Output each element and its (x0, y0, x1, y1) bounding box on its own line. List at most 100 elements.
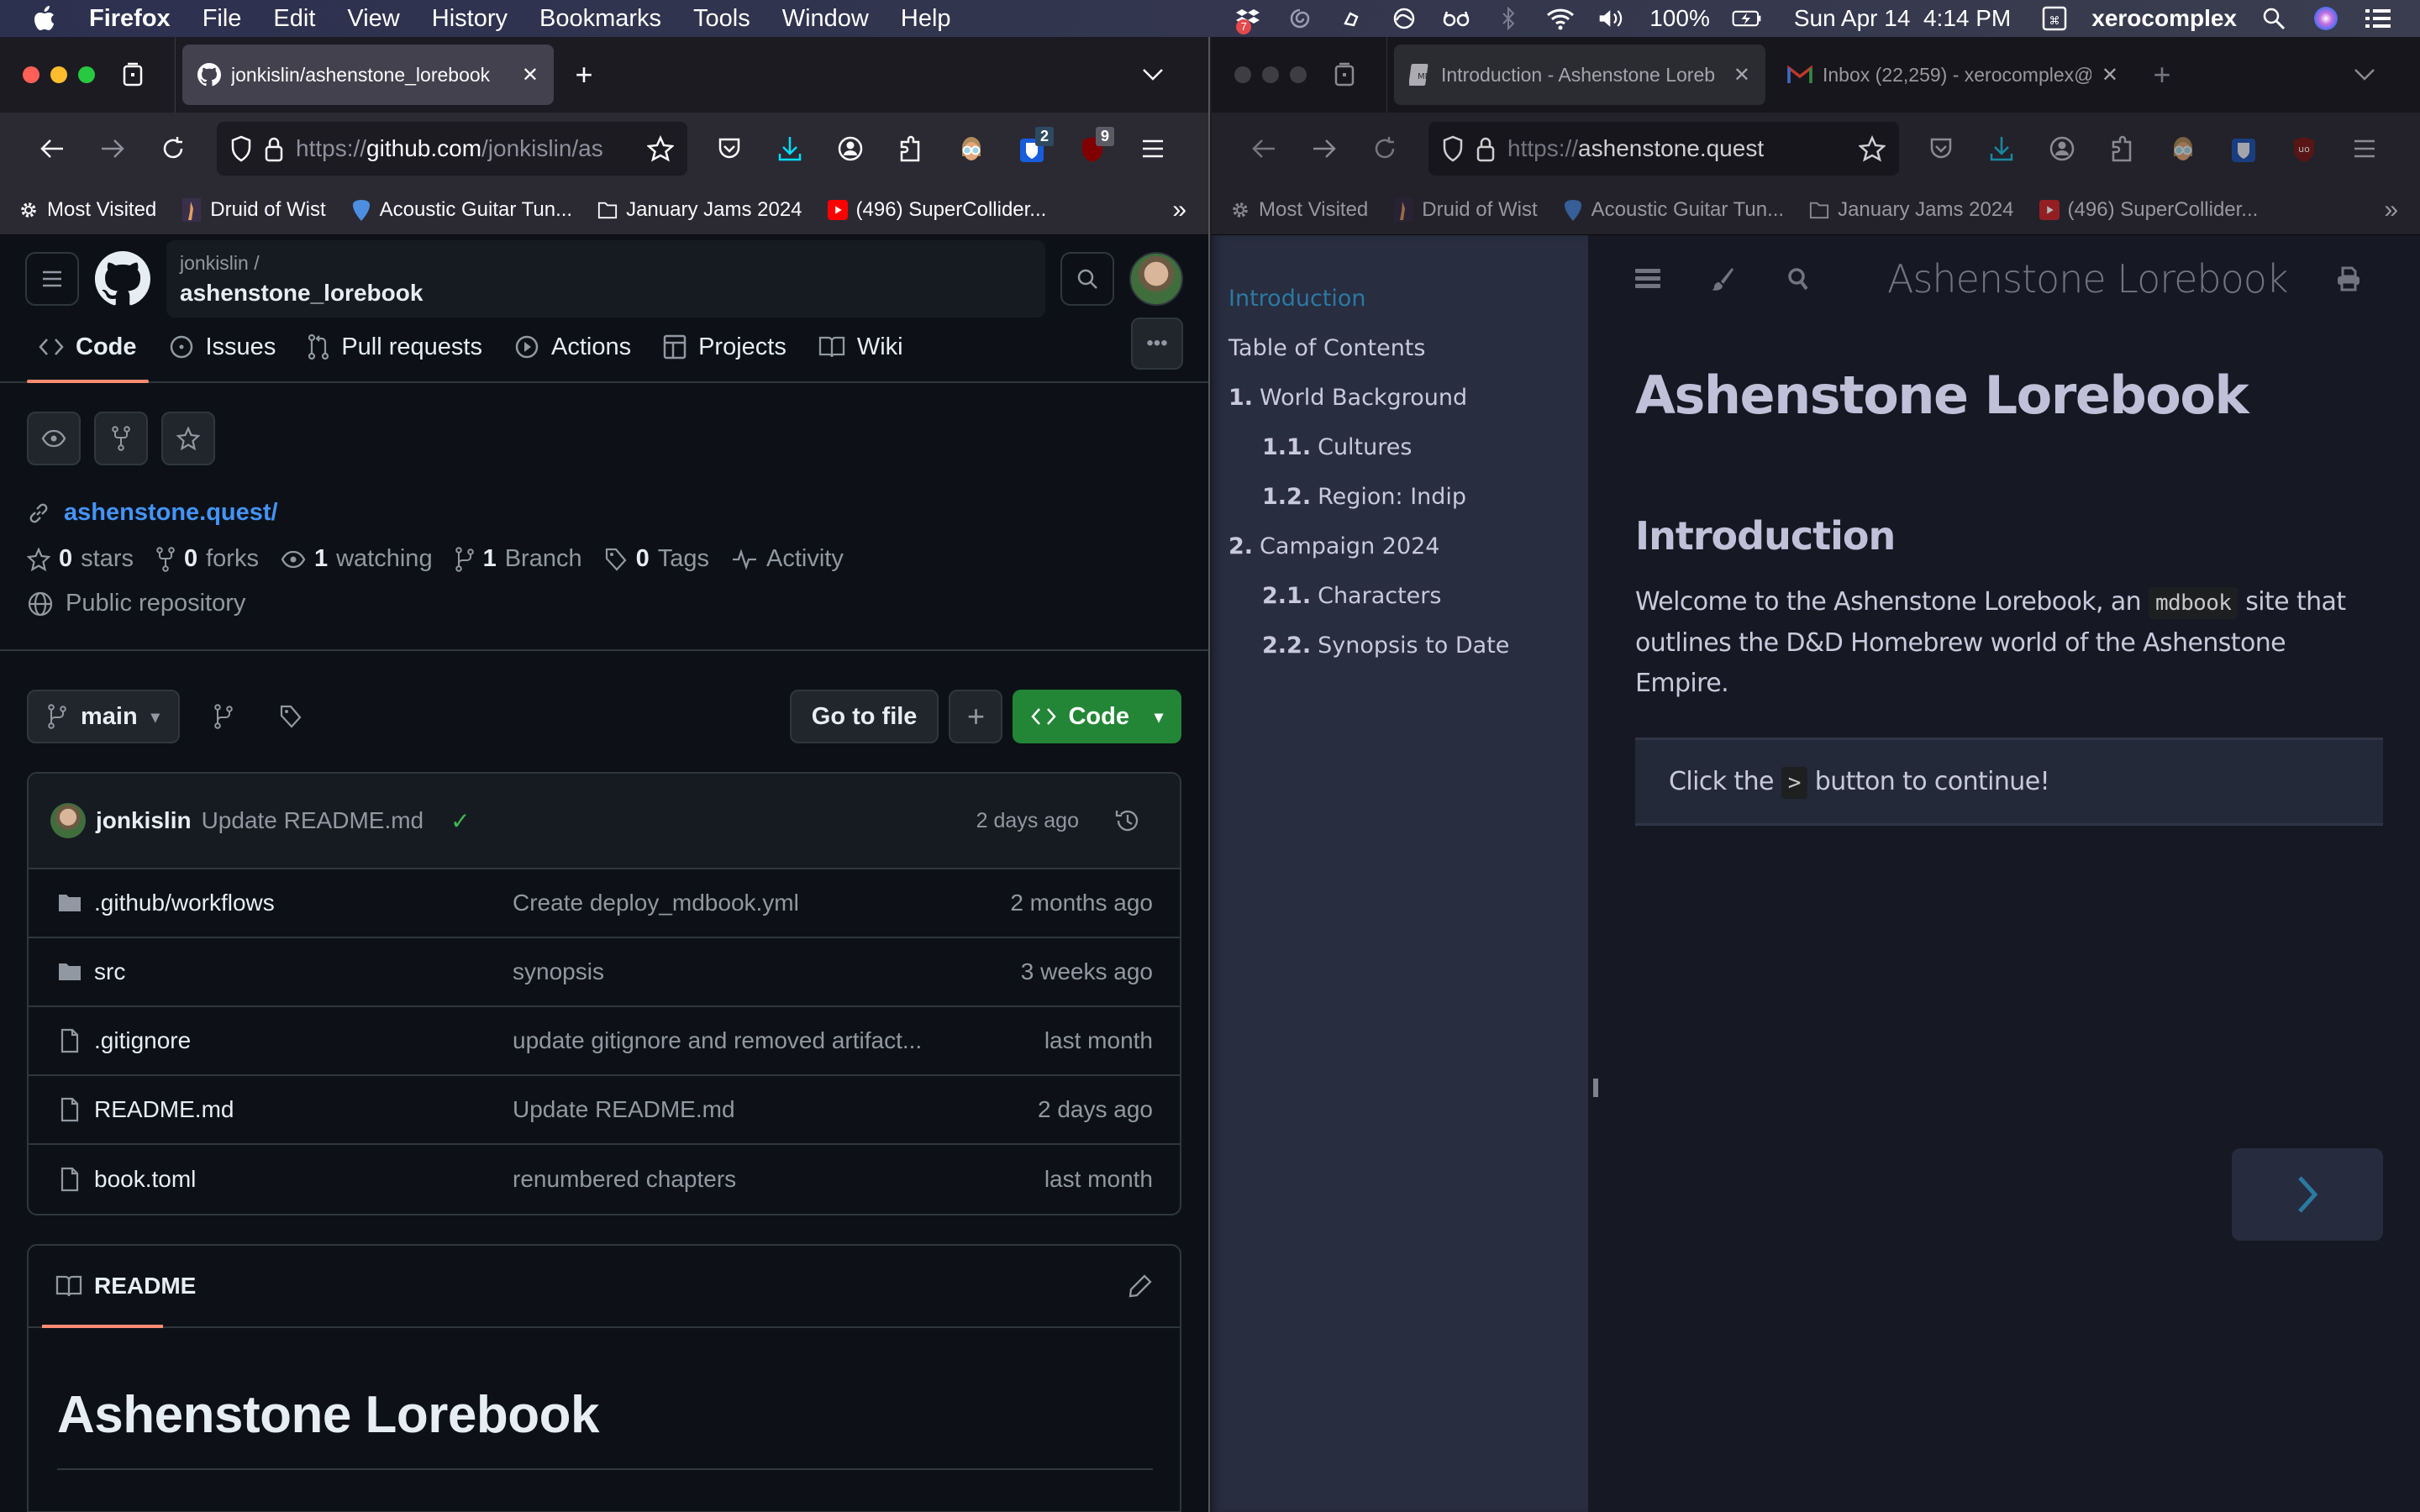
toc-item[interactable]: 1. World Background (1228, 373, 1588, 423)
repo-owner-link[interactable]: jonkislin / (180, 252, 1032, 275)
file-row[interactable]: README.md Update README.md 2 days ago (29, 1076, 1180, 1145)
search-icon[interactable] (1786, 254, 1862, 304)
extensions-puzzle-icon[interactable] (2092, 123, 2153, 174)
star-button[interactable] (161, 412, 215, 465)
file-name-link[interactable]: .gitignore (94, 1027, 513, 1054)
tracking-protection-shield-icon[interactable] (1442, 135, 1464, 162)
menu-help[interactable]: Help (901, 5, 951, 33)
bitwarden-icon[interactable]: 2 (1002, 123, 1062, 174)
apple-menu-icon[interactable] (34, 6, 55, 31)
wifi-icon[interactable] (1545, 6, 1576, 31)
bookmark-star-icon[interactable] (647, 135, 674, 162)
history-icon[interactable] (1114, 807, 1141, 834)
lock-icon[interactable] (264, 135, 284, 162)
clock[interactable]: Sun Apr 14 4:14 PM (1794, 5, 2011, 32)
toc-item[interactable]: Introduction (1228, 274, 1588, 323)
repo-name-link[interactable]: ashenstone_lorebook (180, 280, 1032, 307)
go-to-file-button[interactable]: Go to file (789, 690, 939, 743)
menu-tools[interactable]: Tools (693, 5, 750, 33)
url-bar[interactable]: https://ashenstone.quest (1428, 122, 1899, 176)
tab-projects[interactable]: Projects (650, 323, 800, 371)
pocket-icon[interactable] (699, 123, 760, 174)
tab-gmail-inbox[interactable]: Inbox (22,259) - xerocomplex@ ✕ (1772, 45, 2133, 105)
branches-link[interactable]: 1 Branch (455, 545, 582, 573)
user-avatar[interactable] (1129, 252, 1183, 306)
file-row[interactable]: book.toml renumbered chapters last month (29, 1145, 1180, 1214)
menu-view[interactable]: View (347, 5, 399, 33)
extensions-puzzle-icon[interactable] (881, 123, 941, 174)
bookmark-supercollider[interactable]: (496) SuperCollider... (2039, 198, 2258, 222)
toc-item[interactable]: 1.2. Region: Indip (1228, 472, 1588, 522)
bitwarden-icon[interactable] (2213, 123, 2274, 174)
close-tab-icon[interactable]: ✕ (2102, 63, 2118, 87)
siri-icon[interactable] (2311, 6, 2341, 31)
check-icon[interactable]: ✓ (450, 807, 470, 835)
file-name-link[interactable]: book.toml (94, 1166, 513, 1193)
file-commit-message[interactable]: Update README.md (513, 1096, 985, 1123)
app-menu-hamburger-icon[interactable] (2334, 123, 2395, 174)
spiral-icon[interactable] (1285, 6, 1315, 31)
account-icon[interactable] (820, 123, 881, 174)
back-button[interactable] (1234, 123, 1294, 174)
menu-file[interactable]: File (203, 5, 242, 33)
firefox-view-icon[interactable] (1319, 61, 1370, 88)
tab-github[interactable]: jonkislin/ashenstone_lorebook ✕ (182, 45, 554, 105)
downloads-icon[interactable] (760, 123, 820, 174)
control-center-icon[interactable] (2363, 6, 2393, 31)
tab-mdbook-introduction[interactable]: MD Introduction - Ashenstone Loreb ✕ (1394, 45, 1765, 105)
bookmark-acoustic-guitar-tuner[interactable]: Acoustic Guitar Tun... (351, 198, 572, 222)
close-window-button[interactable] (1234, 66, 1251, 83)
readme-tab[interactable]: README (94, 1273, 196, 1299)
volume-icon[interactable] (1597, 6, 1628, 31)
website-link[interactable]: ashenstone.quest/ (64, 499, 278, 527)
toc-item[interactable]: 2.2. Synopsis to Date (1228, 621, 1588, 670)
next-chapter-button[interactable] (2232, 1148, 2383, 1241)
minimize-window-button[interactable] (1262, 66, 1279, 83)
branches-button[interactable] (200, 693, 247, 740)
file-commit-message[interactable]: Create deploy_mdbook.yml (513, 890, 985, 916)
bookmark-january-jams-2024[interactable]: January Jams 2024 (597, 198, 802, 222)
commit-author[interactable]: jonkislin (96, 807, 192, 834)
file-row[interactable]: src synopsis 3 weeks ago (29, 938, 1180, 1007)
bookmarks-overflow-chevron-icon[interactable]: » (1172, 196, 1186, 224)
extension-avatar-glasses-icon[interactable] (941, 123, 1002, 174)
glasses-icon[interactable] (1441, 6, 1471, 31)
close-window-button[interactable] (23, 66, 39, 83)
commit-message[interactable]: Update README.md (202, 807, 424, 834)
extension-avatar-glasses-icon[interactable] (2153, 123, 2213, 174)
stars-link[interactable]: 0 stars (27, 545, 134, 573)
url-bar[interactable]: https://github.com/jonkislin/as (217, 122, 687, 176)
list-all-tabs-icon[interactable] (2339, 68, 2390, 81)
tab-actions[interactable]: Actions (501, 323, 644, 371)
tab-issues[interactable]: Issues (155, 323, 290, 371)
tags-link[interactable]: 0 Tags (604, 545, 709, 573)
zoom-window-button[interactable] (1290, 66, 1307, 83)
toc-item[interactable]: 1.1. Cultures (1228, 423, 1588, 472)
code-dropdown-button[interactable]: Code ▾ (1013, 690, 1181, 743)
branch-selector[interactable]: main ▾ (27, 690, 180, 743)
spotlight-search-icon[interactable] (2259, 6, 2289, 31)
reload-button[interactable] (143, 123, 203, 174)
recycle-icon[interactable] (1337, 6, 1367, 31)
toggle-sidebar-icon[interactable] (1635, 254, 1711, 304)
forks-link[interactable]: 0 forks (155, 545, 259, 573)
keyboard-shortcut-icon[interactable]: ⌘ (2039, 6, 2070, 31)
new-tab-button[interactable]: + (2137, 57, 2187, 92)
downloads-icon[interactable] (1971, 123, 2032, 174)
list-all-tabs-icon[interactable] (1128, 68, 1178, 81)
add-file-button[interactable]: + (949, 690, 1003, 743)
toc-item[interactable]: 2. Campaign 2024 (1228, 522, 1588, 571)
edit-pencil-icon[interactable] (1128, 1273, 1153, 1299)
ublock-origin-icon[interactable]: 9 (1062, 123, 1123, 174)
pocket-icon[interactable] (1911, 123, 1971, 174)
file-name-link[interactable]: .github/workflows (94, 890, 513, 916)
menu-window[interactable]: Window (782, 5, 869, 33)
commit-time[interactable]: 2 days ago (976, 809, 1079, 833)
bookmark-most-visited[interactable]: Most Visited (1230, 198, 1368, 222)
new-tab-button[interactable]: + (559, 57, 609, 92)
forward-button[interactable] (1294, 123, 1355, 174)
fork-button[interactable] (94, 412, 148, 465)
ublock-origin-icon[interactable]: uo (2274, 123, 2334, 174)
circle-wave-icon[interactable] (1389, 6, 1419, 31)
close-tab-icon[interactable]: ✕ (1733, 63, 1750, 87)
